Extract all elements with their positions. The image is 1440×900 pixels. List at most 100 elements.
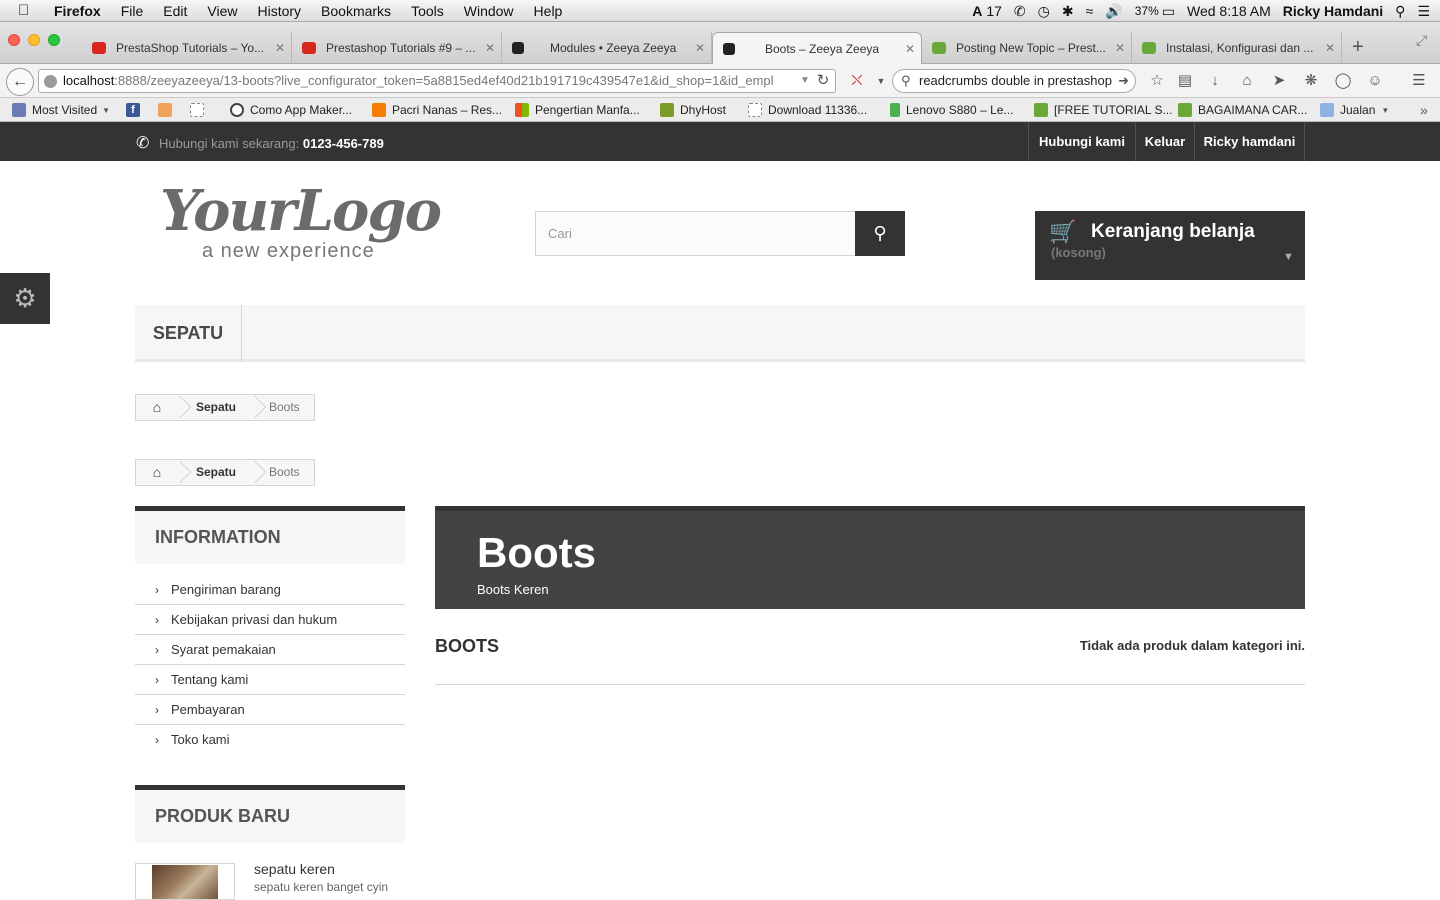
bookmark-pacri[interactable]: Pacri Nanas – Res... bbox=[372, 102, 502, 118]
bookmark-star-icon[interactable]: ☆ bbox=[1148, 72, 1166, 90]
information-block-title[interactable]: INFORMATION bbox=[135, 506, 405, 564]
spotlight-icon[interactable]: ⚲ bbox=[1395, 3, 1405, 20]
battery-icon[interactable]: ▭ bbox=[1162, 3, 1175, 20]
tab-3-active[interactable]: Boots – Zeeya Zeeya ✕ bbox=[712, 32, 922, 64]
adobe-icon[interactable]: A bbox=[972, 3, 982, 19]
menu-app-name[interactable]: Firefox bbox=[54, 3, 101, 19]
bookmark-download[interactable]: Download 11336... bbox=[748, 102, 867, 118]
bluetooth-icon[interactable]: ✱ bbox=[1062, 3, 1074, 20]
sync-icon[interactable]: ◯ bbox=[1334, 72, 1352, 90]
reload-icon[interactable]: ↻ bbox=[814, 72, 832, 90]
close-tab-icon[interactable]: ✕ bbox=[275, 41, 291, 55]
logout-link[interactable]: Keluar bbox=[1135, 122, 1194, 161]
fullscreen-icon[interactable]: ⤢ bbox=[1416, 32, 1427, 49]
info-link-shipping[interactable]: › Pengiriman barang bbox=[135, 575, 405, 605]
breadcrumb-link-sepatu[interactable]: Sepatu bbox=[196, 395, 236, 420]
user-name[interactable]: Ricky Hamdani bbox=[1283, 3, 1383, 19]
phone-icon[interactable]: ✆ bbox=[1014, 3, 1026, 20]
wifi-icon[interactable]: ≈ bbox=[1086, 3, 1094, 19]
menu-bookmarks[interactable]: Bookmarks bbox=[321, 3, 391, 19]
bookmark-facebook[interactable]: f bbox=[126, 102, 146, 118]
breadcrumb-link-sepatu[interactable]: Sepatu bbox=[196, 460, 236, 485]
bookmark-dhyhost[interactable]: DhyHost bbox=[660, 102, 726, 118]
store-search-input[interactable]: Cari bbox=[535, 211, 856, 256]
close-window-button[interactable] bbox=[8, 34, 20, 46]
site-identity-icon[interactable] bbox=[44, 75, 57, 88]
info-link-stores[interactable]: › Toko kami bbox=[135, 725, 405, 755]
close-tab-icon[interactable]: ✕ bbox=[1115, 41, 1131, 55]
bookmarks-menu-icon[interactable]: ▤ bbox=[1176, 72, 1194, 90]
tab-label: Modules • Zeeya Zeeya bbox=[550, 41, 677, 55]
navigation-toolbar: ← localhost:8888/zeeyazeeya/13-boots?liv… bbox=[0, 64, 1440, 98]
zoom-window-button[interactable] bbox=[48, 34, 60, 46]
tab-4[interactable]: Posting New Topic – Prest... ✕ bbox=[922, 32, 1132, 64]
bookmark-label: Lenovo S880 – Le... bbox=[906, 103, 1014, 117]
breadcrumb-current: Boots bbox=[269, 465, 300, 479]
volume-icon[interactable]: 🔊 bbox=[1105, 3, 1122, 20]
tab-0[interactable]: PrestaShop Tutorials – Yo... ✕ bbox=[82, 32, 292, 64]
apple-icon[interactable]:  bbox=[18, 2, 36, 19]
store-search-button[interactable]: ⚲ bbox=[855, 211, 905, 256]
bookmark-free-tutorial[interactable]: [FREE TUTORIAL S... bbox=[1034, 102, 1172, 118]
downloads-icon[interactable]: ↓ bbox=[1206, 72, 1224, 90]
contact-us-link[interactable]: Hubungi kami bbox=[1028, 122, 1135, 161]
menu-tools[interactable]: Tools bbox=[411, 3, 444, 19]
smiley-icon[interactable]: ☺ bbox=[1366, 72, 1384, 90]
menu-view[interactable]: View bbox=[207, 3, 237, 19]
new-product-thumbnail[interactable] bbox=[135, 863, 235, 900]
info-link-privacy[interactable]: › Kebijakan privasi dan hukum bbox=[135, 605, 405, 635]
browser-search-bar[interactable]: ⚲ readcrumbs double in prestashop ➜ bbox=[892, 69, 1136, 93]
bookmark-bagaimana[interactable]: BAGAIMANA CAR... bbox=[1178, 102, 1307, 118]
hamburger-menu-icon[interactable]: ☰ bbox=[1410, 72, 1428, 90]
chevron-down-icon: ▼ bbox=[102, 105, 111, 115]
tab-1[interactable]: Prestashop Tutorials #9 – ... ✕ bbox=[292, 32, 502, 64]
chevron-down-icon[interactable]: ▼ bbox=[1283, 251, 1294, 263]
bookmarks-overflow-icon[interactable]: » bbox=[1420, 102, 1428, 118]
tab-5[interactable]: Instalasi, Konfigurasi dan ... ✕ bbox=[1132, 32, 1342, 64]
search-engine-dropdown-icon[interactable]: ▼ bbox=[872, 72, 890, 90]
bookmark-pengertian[interactable]: Pengertian Manfa... bbox=[515, 102, 640, 118]
bookmark-label: [FREE TUTORIAL S... bbox=[1054, 103, 1173, 117]
go-arrow-icon[interactable]: ➜ bbox=[1118, 70, 1129, 92]
close-tab-icon[interactable]: ✕ bbox=[905, 42, 921, 56]
account-link[interactable]: Ricky hamdani bbox=[1194, 122, 1305, 161]
store-logo[interactable]: YourLogo a new experience bbox=[160, 178, 445, 270]
close-tab-icon[interactable]: ✕ bbox=[695, 41, 711, 55]
search-icon: ⚲ bbox=[901, 73, 911, 88]
back-button[interactable]: ← bbox=[6, 68, 34, 96]
new-products-block-title[interactable]: PRODUK BARU bbox=[135, 785, 405, 843]
tab-2[interactable]: Modules • Zeeya Zeeya ✕ bbox=[502, 32, 712, 64]
bookmark-lenovo[interactable]: Lenovo S880 – Le... bbox=[890, 102, 1013, 118]
noscript-icon[interactable]: ⛌ bbox=[848, 72, 866, 90]
bookmark-como[interactable]: Como App Maker... bbox=[230, 102, 352, 118]
send-icon[interactable]: ➤ bbox=[1270, 72, 1288, 90]
home-icon[interactable]: ⌂ bbox=[1238, 72, 1256, 90]
menu-help[interactable]: Help bbox=[534, 3, 563, 19]
url-bar[interactable]: localhost:8888/zeeyazeeya/13-boots?live_… bbox=[38, 69, 836, 93]
info-link-about[interactable]: › Tentang kami bbox=[135, 665, 405, 695]
bookmark-most-visited[interactable]: Most Visited ▼ bbox=[12, 102, 110, 118]
minimize-window-button[interactable] bbox=[28, 34, 40, 46]
new-tab-icon[interactable]: + bbox=[1352, 36, 1364, 59]
extension-icon[interactable]: ❋ bbox=[1302, 72, 1320, 90]
dropdown-icon[interactable]: ▼ bbox=[796, 72, 814, 90]
info-link-payment[interactable]: › Pembayaran bbox=[135, 695, 405, 725]
menu-history[interactable]: History bbox=[257, 3, 301, 19]
info-link-label: Toko kami bbox=[171, 732, 230, 747]
time-machine-icon[interactable]: ◷ bbox=[1038, 3, 1050, 20]
menu-edit[interactable]: Edit bbox=[163, 3, 187, 19]
new-product-name[interactable]: sepatu keren bbox=[254, 861, 335, 877]
menu-file[interactable]: File bbox=[121, 3, 144, 19]
bookmark-image[interactable] bbox=[158, 102, 178, 118]
menu-window[interactable]: Window bbox=[464, 3, 514, 19]
close-tab-icon[interactable]: ✕ bbox=[1325, 41, 1341, 55]
cart-block[interactable]: 🛒 Keranjang belanja (kosong) ▼ bbox=[1035, 211, 1305, 280]
close-tab-icon[interactable]: ✕ bbox=[485, 41, 501, 55]
bookmark-blank[interactable] bbox=[190, 102, 210, 118]
bookmark-jualan-folder[interactable]: Jualan ▼ bbox=[1320, 102, 1389, 118]
info-link-terms[interactable]: › Syarat pemakaian bbox=[135, 635, 405, 665]
clock[interactable]: Wed 8:18 AM bbox=[1187, 3, 1271, 19]
theme-configurator-gear-icon[interactable]: ⚙ bbox=[0, 273, 50, 324]
menu-item-sepatu[interactable]: SEPATU bbox=[135, 305, 242, 362]
notification-center-icon[interactable]: ☰ bbox=[1417, 3, 1430, 20]
